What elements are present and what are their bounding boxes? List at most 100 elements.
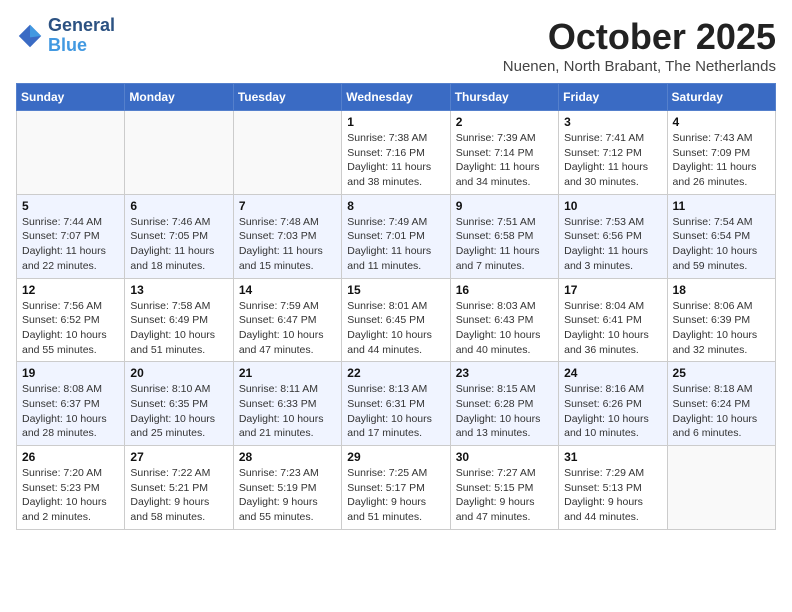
day-info: Sunrise: 7:27 AM Sunset: 5:15 PM Dayligh…: [456, 466, 553, 525]
month-title: October 2025: [503, 16, 776, 58]
day-info: Sunrise: 8:04 AM Sunset: 6:41 PM Dayligh…: [564, 299, 661, 358]
day-number: 2: [456, 115, 553, 129]
calendar-week-row: 19Sunrise: 8:08 AM Sunset: 6:37 PM Dayli…: [17, 362, 776, 446]
calendar: SundayMondayTuesdayWednesdayThursdayFrid…: [16, 83, 776, 530]
day-number: 20: [130, 366, 227, 380]
calendar-cell: [125, 111, 233, 195]
calendar-cell: 3 Sunrise: 7:41 AM Sunset: 7:12 PM Daylig…: [559, 111, 667, 195]
calendar-week-row: 26 Sunrise: 7:20 AM Sunset: 5:23 PM Dayli…: [17, 446, 776, 530]
logo-text: General Blue: [48, 16, 115, 56]
day-info: Sunrise: 8:10 AM Sunset: 6:35 PM Dayligh…: [130, 382, 227, 441]
calendar-cell: 21 Sunrise: 8:11 AM Sunset: 6:33 PM Dayli…: [233, 362, 341, 446]
calendar-cell: 23 Sunrise: 8:15 AM Sunset: 6:28 PM Dayli…: [450, 362, 558, 446]
logo-icon: [16, 22, 44, 50]
day-info: Sunrise: 7:59 AM Sunset: 6:47 PM Dayligh…: [239, 299, 336, 358]
day-number: 9: [456, 199, 553, 213]
calendar-cell: 15 Sunrise: 8:01 AM Sunset: 6:45 PM Dayli…: [342, 278, 450, 362]
header: General Blue October 2025 Nuenen, North …: [16, 16, 776, 75]
day-number: 1: [347, 115, 444, 129]
day-number: 4: [673, 115, 770, 129]
day-info: Sunrise: 8:16 AM Sunset: 6:26 PM Dayligh…: [564, 382, 661, 441]
calendar-cell: 16 Sunrise: 8:03 AM Sunset: 6:43 PM Dayli…: [450, 278, 558, 362]
day-info: Sunrise: 7:49 AM Sunset: 7:01 PM Dayligh…: [347, 215, 444, 274]
day-number: 16: [456, 283, 553, 297]
day-info: Sunrise: 8:03 AM Sunset: 6:43 PM Dayligh…: [456, 299, 553, 358]
day-number: 22: [347, 366, 444, 380]
calendar-week-row: 1 Sunrise: 7:38 AM Sunset: 7:16 PM Daylig…: [17, 111, 776, 195]
day-info: Sunrise: 7:48 AM Sunset: 7:03 PM Dayligh…: [239, 215, 336, 274]
calendar-week-row: 12 Sunrise: 7:56 AM Sunset: 6:52 PM Dayli…: [17, 278, 776, 362]
day-number: 21: [239, 366, 336, 380]
day-info: Sunrise: 7:25 AM Sunset: 5:17 PM Dayligh…: [347, 466, 444, 525]
day-number: 6: [130, 199, 227, 213]
day-info: Sunrise: 7:53 AM Sunset: 6:56 PM Dayligh…: [564, 215, 661, 274]
day-info: Sunrise: 7:46 AM Sunset: 7:05 PM Dayligh…: [130, 215, 227, 274]
calendar-cell: 31 Sunrise: 7:29 AM Sunset: 5:13 PM Dayli…: [559, 446, 667, 530]
calendar-cell: 26 Sunrise: 7:20 AM Sunset: 5:23 PM Dayli…: [17, 446, 125, 530]
calendar-cell: 29Sunrise: 7:25 AM Sunset: 5:17 PM Dayli…: [342, 446, 450, 530]
day-number: 3: [564, 115, 661, 129]
logo: General Blue: [16, 16, 115, 56]
day-number: 27: [130, 450, 227, 464]
calendar-cell: 9Sunrise: 7:51 AM Sunset: 6:58 PM Daylig…: [450, 194, 558, 278]
day-number: 30: [456, 450, 553, 464]
day-info: Sunrise: 8:18 AM Sunset: 6:24 PM Dayligh…: [673, 382, 770, 441]
calendar-cell: 18 Sunrise: 8:06 AM Sunset: 6:39 PM Dayli…: [667, 278, 775, 362]
day-number: 19: [22, 366, 119, 380]
calendar-cell: 19Sunrise: 8:08 AM Sunset: 6:37 PM Dayli…: [17, 362, 125, 446]
calendar-cell: 8 Sunrise: 7:49 AM Sunset: 7:01 PM Daylig…: [342, 194, 450, 278]
day-info: Sunrise: 7:58 AM Sunset: 6:49 PM Dayligh…: [130, 299, 227, 358]
day-number: 25: [673, 366, 770, 380]
day-info: Sunrise: 7:56 AM Sunset: 6:52 PM Dayligh…: [22, 299, 119, 358]
day-info: Sunrise: 7:38 AM Sunset: 7:16 PM Dayligh…: [347, 131, 444, 190]
day-number: 12: [22, 283, 119, 297]
day-number: 17: [564, 283, 661, 297]
day-number: 18: [673, 283, 770, 297]
day-number: 14: [239, 283, 336, 297]
day-number: 5: [22, 199, 119, 213]
calendar-cell: 1 Sunrise: 7:38 AM Sunset: 7:16 PM Daylig…: [342, 111, 450, 195]
calendar-cell: [233, 111, 341, 195]
weekday-header: Sunday: [17, 84, 125, 111]
day-number: 31: [564, 450, 661, 464]
calendar-cell: [667, 446, 775, 530]
calendar-cell: 13 Sunrise: 7:58 AM Sunset: 6:49 PM Dayli…: [125, 278, 233, 362]
calendar-cell: 5 Sunrise: 7:44 AM Sunset: 7:07 PM Daylig…: [17, 194, 125, 278]
calendar-week-row: 5 Sunrise: 7:44 AM Sunset: 7:07 PM Daylig…: [17, 194, 776, 278]
day-info: Sunrise: 7:41 AM Sunset: 7:12 PM Dayligh…: [564, 131, 661, 190]
weekday-header: Wednesday: [342, 84, 450, 111]
day-info: Sunrise: 8:01 AM Sunset: 6:45 PM Dayligh…: [347, 299, 444, 358]
day-info: Sunrise: 7:29 AM Sunset: 5:13 PM Dayligh…: [564, 466, 661, 525]
calendar-cell: 2Sunrise: 7:39 AM Sunset: 7:14 PM Daylig…: [450, 111, 558, 195]
day-number: 28: [239, 450, 336, 464]
weekday-header: Friday: [559, 84, 667, 111]
day-info: Sunrise: 8:15 AM Sunset: 6:28 PM Dayligh…: [456, 382, 553, 441]
day-info: Sunrise: 8:06 AM Sunset: 6:39 PM Dayligh…: [673, 299, 770, 358]
calendar-cell: 17 Sunrise: 8:04 AM Sunset: 6:41 PM Dayli…: [559, 278, 667, 362]
day-info: Sunrise: 8:13 AM Sunset: 6:31 PM Dayligh…: [347, 382, 444, 441]
day-info: Sunrise: 8:11 AM Sunset: 6:33 PM Dayligh…: [239, 382, 336, 441]
calendar-cell: 4Sunrise: 7:43 AM Sunset: 7:09 PM Daylig…: [667, 111, 775, 195]
calendar-cell: 7 Sunrise: 7:48 AM Sunset: 7:03 PM Daylig…: [233, 194, 341, 278]
day-number: 23: [456, 366, 553, 380]
day-number: 7: [239, 199, 336, 213]
weekday-header: Saturday: [667, 84, 775, 111]
weekday-header: Thursday: [450, 84, 558, 111]
day-info: Sunrise: 7:20 AM Sunset: 5:23 PM Dayligh…: [22, 466, 119, 525]
day-number: 26: [22, 450, 119, 464]
calendar-cell: 10 Sunrise: 7:53 AM Sunset: 6:56 PM Dayli…: [559, 194, 667, 278]
calendar-cell: 30 Sunrise: 7:27 AM Sunset: 5:15 PM Dayli…: [450, 446, 558, 530]
weekday-header: Tuesday: [233, 84, 341, 111]
calendar-cell: 27Sunrise: 7:22 AM Sunset: 5:21 PM Dayli…: [125, 446, 233, 530]
day-info: Sunrise: 7:44 AM Sunset: 7:07 PM Dayligh…: [22, 215, 119, 274]
day-number: 10: [564, 199, 661, 213]
day-number: 15: [347, 283, 444, 297]
day-number: 13: [130, 283, 227, 297]
calendar-cell: 12 Sunrise: 7:56 AM Sunset: 6:52 PM Dayli…: [17, 278, 125, 362]
day-number: 11: [673, 199, 770, 213]
calendar-cell: 24Sunrise: 8:16 AM Sunset: 6:26 PM Dayli…: [559, 362, 667, 446]
calendar-cell: 11Sunrise: 7:54 AM Sunset: 6:54 PM Dayli…: [667, 194, 775, 278]
day-number: 8: [347, 199, 444, 213]
calendar-cell: 28Sunrise: 7:23 AM Sunset: 5:19 PM Dayli…: [233, 446, 341, 530]
location-title: Nuenen, North Brabant, The Netherlands: [503, 58, 776, 75]
